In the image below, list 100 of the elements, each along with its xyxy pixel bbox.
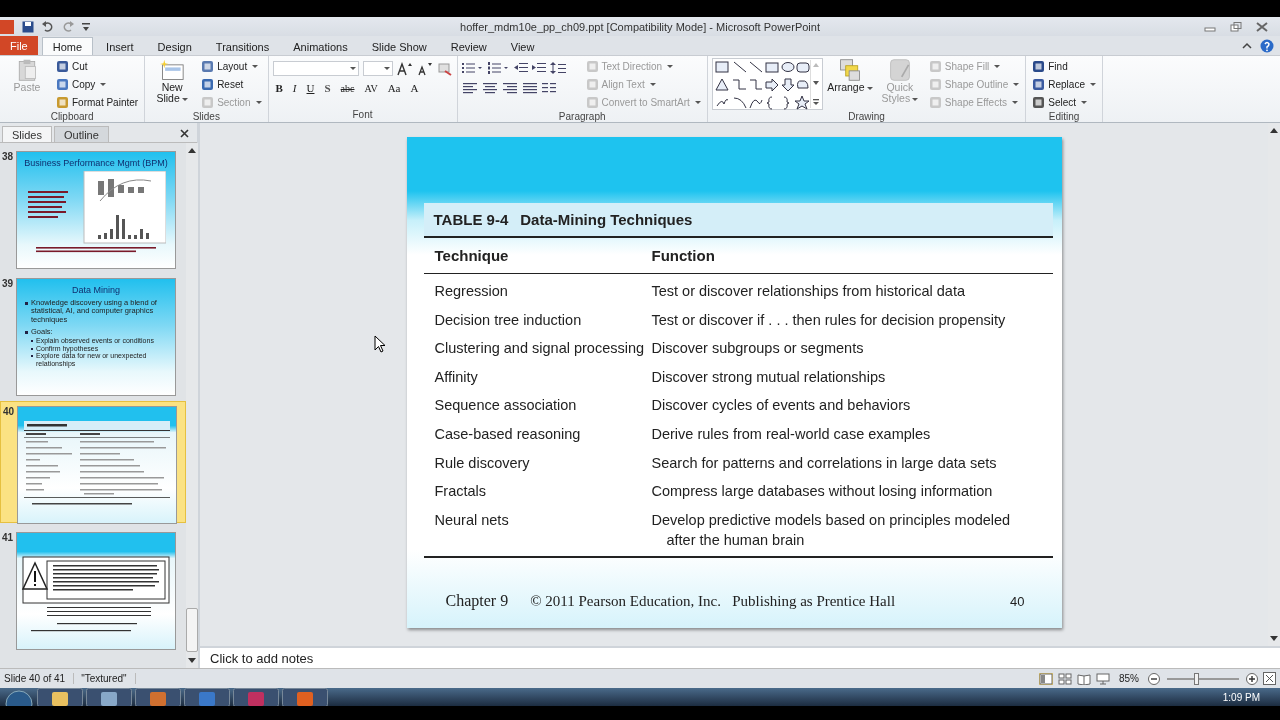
slide[interactable] bbox=[406, 137, 1062, 628]
restore-icon[interactable] bbox=[1230, 21, 1242, 32]
slide-sorter-icon[interactable] bbox=[1058, 672, 1072, 685]
slide-row[interactable]: 41 bbox=[0, 528, 186, 650]
group-label: Editing bbox=[1048, 111, 1080, 122]
ribbon-tab[interactable]: Transitions bbox=[204, 37, 281, 55]
caret-icon bbox=[667, 65, 674, 68]
more-icon[interactable] bbox=[811, 98, 820, 106]
table-cell-text: Search for patterns and correlations in large data sets bbox=[651, 453, 998, 473]
scroll-down-icon[interactable] bbox=[811, 80, 820, 86]
quick-styles-icon bbox=[887, 58, 912, 82]
zoom-out-icon[interactable] bbox=[1148, 672, 1160, 685]
ribbon-button[interactable]: Find bbox=[1030, 58, 1098, 75]
shapes-gallery[interactable] bbox=[711, 58, 823, 110]
start-button[interactable] bbox=[4, 688, 34, 706]
caret-icon bbox=[100, 83, 107, 86]
underline-button[interactable]: U bbox=[303, 82, 318, 94]
caret-icon bbox=[649, 83, 656, 86]
shrink-font-icon[interactable] bbox=[416, 61, 433, 76]
shadow-button[interactable]: S bbox=[321, 82, 334, 94]
thumbnail-title: Business Performance Mgmt (BPM) bbox=[24, 158, 168, 168]
group-label: Clipboard bbox=[50, 111, 94, 122]
slide-footer: Chapter 9 bbox=[445, 591, 509, 610]
ribbon-tab[interactable]: Home bbox=[41, 37, 94, 55]
big-button[interactable]: New Slide bbox=[149, 58, 196, 104]
center-icon[interactable] bbox=[481, 82, 498, 94]
case-button[interactable]: Aa bbox=[384, 82, 404, 94]
scroll-down-icon[interactable] bbox=[1270, 636, 1278, 642]
fit-window-icon[interactable] bbox=[1263, 672, 1276, 685]
justify-icon[interactable] bbox=[521, 82, 538, 94]
book-icon[interactable] bbox=[1077, 672, 1091, 685]
decrease-indent-icon[interactable] bbox=[513, 62, 528, 74]
font-field[interactable] bbox=[272, 61, 359, 76]
column-header: Function bbox=[651, 247, 716, 264]
customize-icon[interactable] bbox=[82, 21, 90, 32]
ribbon-button[interactable]: Select bbox=[1030, 94, 1098, 111]
caret-icon bbox=[252, 65, 259, 68]
scrollbar[interactable] bbox=[186, 143, 198, 668]
normal-view-icon[interactable] bbox=[1039, 672, 1053, 685]
ribbon-button[interactable]: Copy bbox=[54, 76, 141, 93]
scroll-down-icon[interactable] bbox=[188, 658, 196, 664]
grow-font-icon[interactable] bbox=[396, 61, 413, 76]
table-cell-text: Decision tree induction bbox=[433, 310, 583, 330]
bullets-icon[interactable] bbox=[461, 62, 484, 74]
help-icon[interactable] bbox=[1260, 38, 1274, 53]
numbering-icon[interactable] bbox=[487, 62, 510, 74]
zoom-in-icon[interactable] bbox=[1246, 672, 1258, 685]
slide-thumbnail[interactable]: Business Performance Mgmt (BPM) bbox=[16, 151, 176, 269]
bold-button[interactable]: B bbox=[272, 82, 286, 94]
scroll-up-icon[interactable] bbox=[1270, 127, 1278, 133]
table-cell-text: Discover subgroups or segments bbox=[651, 339, 865, 359]
italic-button[interactable]: I bbox=[289, 82, 300, 94]
ribbon-button[interactable]: Format Painter bbox=[54, 94, 141, 111]
ribbon-tab[interactable]: Review bbox=[439, 37, 498, 55]
font-color-button[interactable]: A bbox=[407, 82, 422, 94]
caret-icon bbox=[1013, 83, 1020, 86]
table-cell-text: Compress large databases without losing information bbox=[651, 482, 994, 502]
ribbon-button[interactable]: Replace bbox=[1030, 76, 1098, 93]
ribbon-button[interactable]: Cut bbox=[54, 58, 141, 75]
notes-field[interactable]: Click to add notes bbox=[200, 646, 1280, 668]
clear-formatting-icon[interactable] bbox=[436, 61, 453, 76]
slide-indicator: Slide 40 of 41 bbox=[4, 673, 75, 684]
file-tab[interactable]: File bbox=[0, 36, 38, 55]
caret-icon bbox=[912, 97, 919, 101]
close-icon[interactable] bbox=[1256, 21, 1268, 32]
collapse-ribbon-icon[interactable] bbox=[1242, 41, 1252, 50]
undo-icon[interactable] bbox=[42, 20, 54, 33]
selected-slide-row[interactable]: 40 bbox=[0, 401, 186, 523]
table-cell-text: Test or discover if . . . then rules for decision propensity bbox=[651, 310, 1007, 330]
pane-tab[interactable]: Slides bbox=[2, 126, 52, 142]
slide-row[interactable]: 38 Business Performance Mgmt (BPM) bbox=[0, 147, 186, 269]
big-button[interactable]: Arrange bbox=[826, 58, 873, 93]
font-size-field[interactable] bbox=[362, 61, 393, 76]
slider-thumb[interactable] bbox=[1193, 672, 1199, 685]
pane-tab[interactable]: Outline bbox=[53, 126, 109, 142]
close-icon[interactable] bbox=[180, 129, 189, 138]
ribbon-button[interactable]: Layout bbox=[199, 58, 264, 75]
taskbar-button[interactable] bbox=[37, 688, 83, 706]
table-cell-text: Neural nets bbox=[433, 510, 510, 530]
spacing-button[interactable]: AV bbox=[361, 82, 381, 94]
ribbon-tab[interactable]: Insert bbox=[95, 37, 145, 55]
scroll-up-icon[interactable] bbox=[188, 147, 196, 153]
save-icon[interactable] bbox=[22, 20, 34, 33]
table-title: Data-Mining Techniques bbox=[520, 211, 693, 228]
ribbon-tab[interactable]: View bbox=[499, 37, 546, 55]
strikethrough-button[interactable]: abc bbox=[337, 82, 358, 94]
arrange-icon bbox=[837, 58, 862, 82]
ribbon-tab[interactable]: Design bbox=[146, 37, 203, 55]
slide-thumbnail[interactable] bbox=[16, 278, 176, 396]
increase-indent-icon[interactable] bbox=[531, 62, 546, 74]
align-left-icon[interactable] bbox=[461, 82, 478, 94]
ribbon-tab[interactable]: Slide Show bbox=[360, 37, 438, 55]
slideshow-icon[interactable] bbox=[1096, 672, 1110, 685]
ribbon-button[interactable]: Reset bbox=[199, 76, 264, 93]
ribbon-tab[interactable]: Animations bbox=[282, 37, 359, 55]
thumbnail-title: Data Mining bbox=[72, 285, 120, 295]
scroll-thumb[interactable] bbox=[186, 608, 198, 652]
zoom-level[interactable]: 85% bbox=[1119, 673, 1139, 684]
taskbar-button[interactable] bbox=[86, 688, 132, 706]
align-right-icon[interactable] bbox=[501, 82, 518, 94]
